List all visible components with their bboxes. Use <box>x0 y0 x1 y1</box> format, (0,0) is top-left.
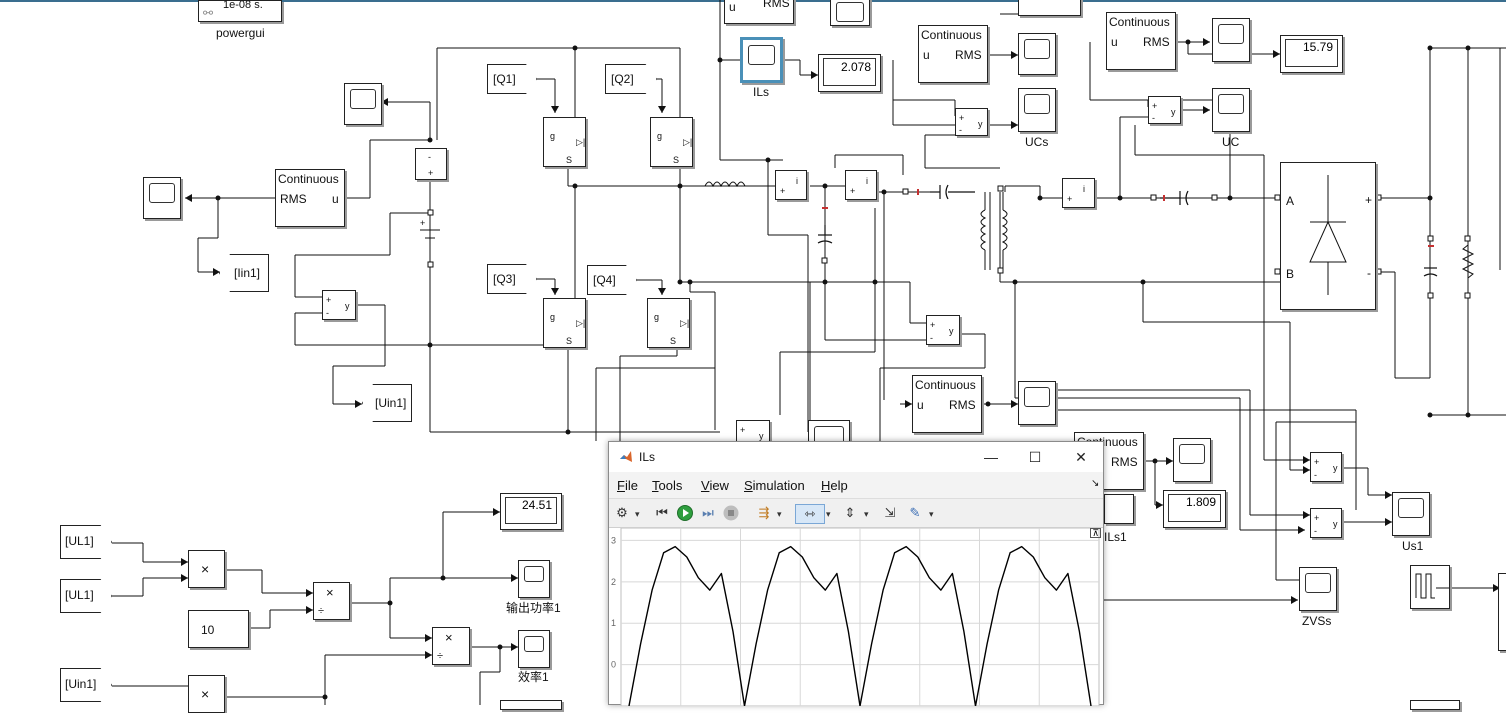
menu-tools[interactable]: Tools <box>652 478 682 493</box>
product-block-1[interactable]: × <box>188 550 225 588</box>
rms-block-ucs[interactable]: Continuous u RMS <box>918 25 988 83</box>
window-titlebar[interactable]: ILs — ☐ ✕ <box>609 442 1103 472</box>
mosfet-q2[interactable]: g S ▷| <box>650 117 693 167</box>
scope-4[interactable] <box>808 420 850 446</box>
scope-efficiency-label: 效率1 <box>518 670 549 684</box>
scope-ils1-label: ILs1 <box>1104 530 1127 544</box>
inductor-ls <box>704 181 746 188</box>
scope-power-label: 输出功率1 <box>506 601 561 615</box>
display-uc-rms: 15.79 <box>1280 35 1343 73</box>
close-button[interactable]: ✕ <box>1067 447 1095 467</box>
display-ils1-rms: 1.809 <box>1163 490 1226 528</box>
matlab-logo-icon <box>620 451 632 462</box>
divide-block-1[interactable]: × ÷ <box>313 582 350 620</box>
rms-block-mid[interactable]: Continuous u RMS <box>912 375 982 433</box>
rms-block-uc[interactable]: Continuous u RMS <box>1106 12 1176 70</box>
mosfet-q3[interactable]: g S ▷| <box>543 298 586 348</box>
scope-ucs-label: UCs <box>1025 135 1049 149</box>
undock-arrow-icon[interactable]: ↘ <box>1091 478 1099 489</box>
scope-ils-label: ILs <box>753 85 770 99</box>
menu-file[interactable]: File <box>617 478 638 493</box>
expand-plot-icon[interactable]: ⊼ <box>1090 528 1101 538</box>
scope-ils[interactable] <box>740 37 783 83</box>
display-top-partial[interactable] <box>1018 0 1081 16</box>
product-block-2[interactable]: × <box>188 675 225 713</box>
rms-block-top[interactable]: u RMS <box>724 0 794 24</box>
link-icon: ⚯ <box>203 6 214 20</box>
scope-3[interactable] <box>1018 381 1056 425</box>
menu-view[interactable]: View <box>701 478 729 493</box>
y-tick-label: 1 <box>611 618 616 628</box>
voltage-meter[interactable]: - + <box>415 148 447 180</box>
menu-simulation[interactable]: Simulation <box>744 478 805 493</box>
display-bottom-partial <box>500 700 562 710</box>
subtract-block-7[interactable]: + - y <box>1310 508 1342 538</box>
minimize-button[interactable]: — <box>977 447 1005 467</box>
menu-help[interactable]: Help <box>821 478 848 493</box>
y-tick-label: 2 <box>611 577 616 587</box>
powergui-timestep: 1e-08 s. <box>223 0 263 11</box>
window-title: ILs <box>639 450 656 464</box>
rewind-icon[interactable]: ⏮ <box>653 504 671 522</box>
subtract-block-2[interactable]: + - y <box>1148 96 1181 124</box>
y-tick-label: 0 <box>611 660 616 670</box>
mosfet-q4[interactable]: g S ▷| <box>647 298 690 348</box>
stop-icon[interactable] <box>722 504 740 522</box>
run-icon[interactable] <box>676 504 694 522</box>
powergui-block[interactable]: 1e-08 s. ⚯ <box>198 0 282 22</box>
current-meter-1[interactable]: i + <box>775 170 807 200</box>
subtract-block-1[interactable]: + - y <box>955 108 988 136</box>
current-meter-2[interactable]: i + <box>845 170 877 200</box>
display-partial <box>1104 494 1134 524</box>
mosfet-q1[interactable]: g S ▷| <box>543 117 586 167</box>
display-ils-rms: 2.078 <box>818 54 881 92</box>
zoom-icon[interactable]: ⇿ <box>795 504 825 524</box>
scope-zvss[interactable] <box>1299 567 1337 611</box>
scope-input-current[interactable] <box>344 83 382 125</box>
autoscale-icon[interactable]: ⇕ <box>841 504 859 522</box>
scope-1[interactable] <box>1018 33 1056 75</box>
scope-5[interactable] <box>1173 438 1211 482</box>
scope-uc[interactable] <box>1212 88 1250 132</box>
divide-block-2[interactable]: × ÷ <box>432 627 470 665</box>
display-output-power: 24.51 <box>500 493 562 530</box>
scope-uc-label: UC <box>1222 135 1240 149</box>
scope-us1-label: Us1 <box>1402 539 1424 553</box>
constant-block[interactable]: 10 <box>188 610 249 648</box>
diode-bridge-rectifier[interactable]: A B + - <box>1280 162 1376 310</box>
subtract-block-3[interactable]: + - y <box>322 290 356 320</box>
transformer <box>980 192 1008 270</box>
block-edge-bottom[interactable] <box>1410 700 1460 710</box>
subtract-block-5[interactable]: + y <box>736 420 770 442</box>
dock-icon[interactable]: ⇲ <box>881 504 899 522</box>
scope-2[interactable] <box>1212 18 1250 62</box>
ils-waveform-plot: 3 2 1 0 <box>611 527 1100 707</box>
scope-top-partial[interactable] <box>830 0 870 26</box>
step-forward-icon[interactable]: ⏭ <box>699 504 717 522</box>
signal-select-icon[interactable]: ⇶ <box>755 504 773 522</box>
subtract-block-4[interactable]: + - y <box>926 315 960 345</box>
maximize-button[interactable]: ☐ <box>1021 447 1049 467</box>
scope-ucs[interactable] <box>1018 88 1056 132</box>
y-tick-label: 3 <box>611 535 616 545</box>
rms-block-input[interactable]: Continuous RMS u <box>275 169 345 227</box>
scope-zvss-label: ZVSs <box>1302 614 1332 628</box>
scope-input-rms[interactable] <box>143 177 181 219</box>
subtract-block-6[interactable]: + - y <box>1310 452 1342 482</box>
svg-text:+: + <box>420 218 425 228</box>
menu-bar: File Tools View Simulation Help ↘ <box>609 474 1103 496</box>
scope-us1[interactable] <box>1392 492 1430 536</box>
block-edge-right[interactable] <box>1498 573 1506 651</box>
edit-icon[interactable]: ✎ <box>906 504 924 522</box>
powergui-label: powergui <box>216 26 265 40</box>
settings-icon[interactable]: ⚙ <box>613 504 631 522</box>
scope-output-power[interactable] <box>518 560 550 598</box>
pulse-generator[interactable] <box>1410 565 1450 609</box>
scope-window-ils[interactable]: ILs — ☐ ✕ File Tools View Simulation Hel… <box>608 441 1104 707</box>
scope-efficiency[interactable] <box>518 630 550 668</box>
scope-plot-area[interactable]: ⊼ 3 2 1 0 <box>609 527 1103 707</box>
scope-toolbar: ⚙ ▾ ⏮ ⏭ ⇶ ▾ ⇿ ▾ ⇕ ▾ ⇲ ✎ ▾ <box>609 498 1103 528</box>
current-meter-3[interactable]: i + <box>1062 178 1095 208</box>
